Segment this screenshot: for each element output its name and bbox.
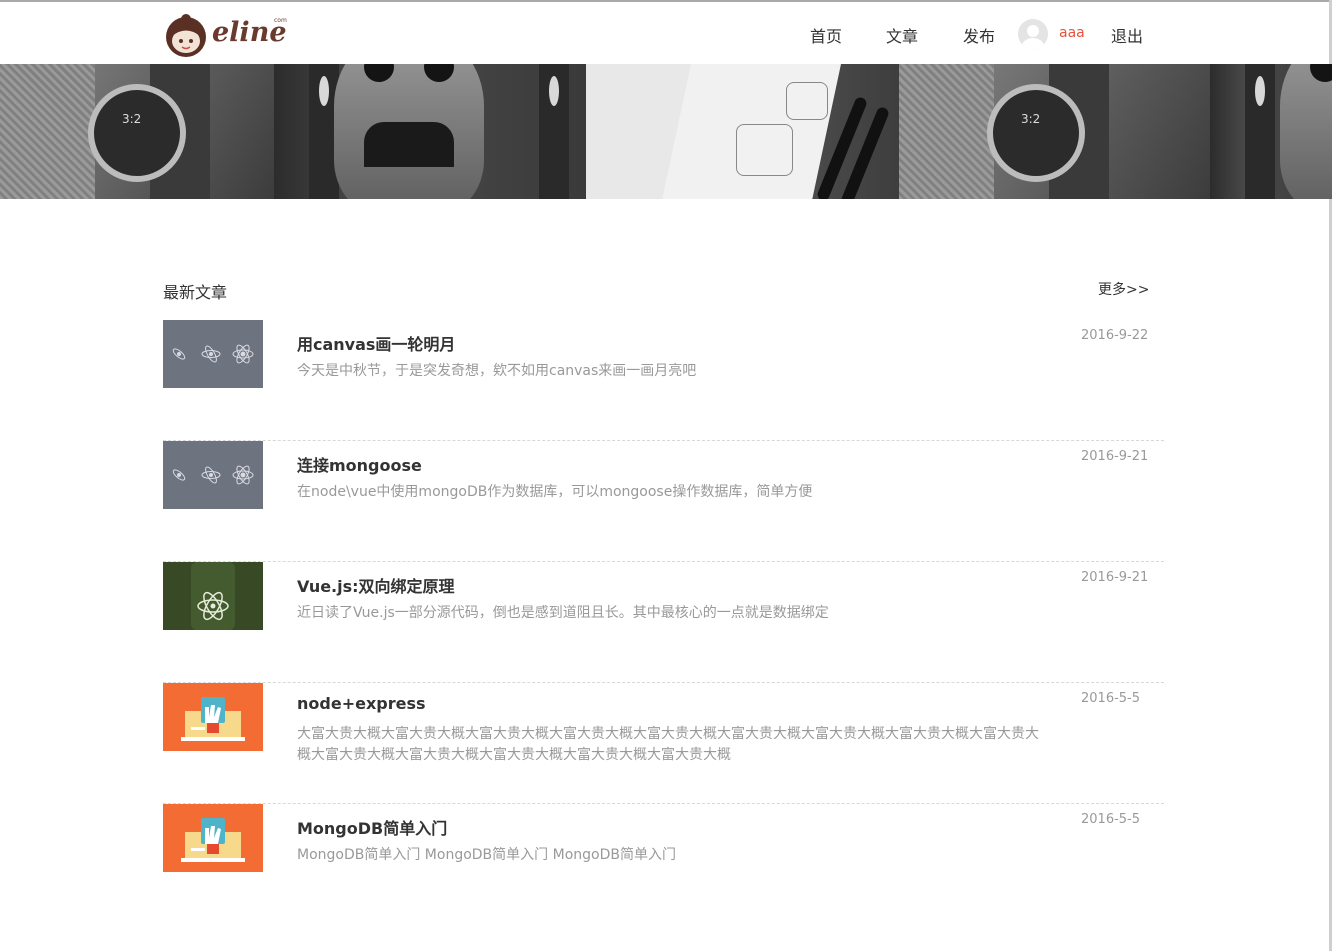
mask-mouth: [364, 122, 454, 167]
torch: [1245, 64, 1275, 199]
article-thumbnail[interactable]: [163, 441, 263, 509]
nav-articles[interactable]: 文章: [886, 23, 918, 47]
more-link[interactable]: 更多>>: [1098, 279, 1149, 299]
article-title[interactable]: 用canvas画一轮明月: [297, 331, 455, 355]
watch-face: 3:2: [987, 84, 1085, 182]
torch-flame: [1255, 76, 1265, 106]
girl-mascot-icon: [166, 14, 206, 57]
article-description: MongoDB简单入门 MongoDB简单入门 MongoDB简单入门: [297, 847, 676, 863]
hand-box-icon: [181, 697, 245, 741]
article-thumbnail[interactable]: [163, 562, 263, 630]
banner-image-sketchbook: [586, 64, 899, 199]
banner-image-watch: 3:2: [899, 64, 1210, 199]
article-item[interactable]: node+express 大富大贵大概大富大贵大概大富大贵大概大富大贵大概大富大…: [163, 683, 1164, 804]
article-date: 2016-9-21: [1081, 449, 1149, 464]
article-item[interactable]: 用canvas画一轮明月 今天是中秋节，于是突发奇想，欸不如用canvas来画一…: [163, 320, 1164, 441]
banner-image-watch: 3:2: [0, 64, 274, 199]
torch-flame: [549, 76, 559, 106]
article-item[interactable]: Vue.js:双向绑定原理 近日读了Vue.js一部分源代码，倒也是感到道阻且长…: [163, 562, 1164, 683]
article-item[interactable]: MongoDB简单入门 MongoDB简单入门 MongoDB简单入门 Mong…: [163, 804, 1164, 925]
username-link[interactable]: aaa: [1059, 25, 1085, 41]
mask-eye: [364, 64, 394, 82]
mask-eye: [1310, 64, 1332, 82]
article-title[interactable]: MongoDB简单入门: [297, 815, 447, 839]
logout-link[interactable]: 退出: [1111, 23, 1143, 47]
nav-home[interactable]: 首页: [810, 23, 842, 47]
react-atoms-icon: [172, 344, 254, 364]
article-date: 2016-9-21: [1081, 570, 1149, 585]
watch-face: 3:2: [88, 84, 186, 182]
avatar-body: [1022, 38, 1044, 49]
sketch-drawing: [786, 82, 828, 120]
react-atoms-icon: [172, 465, 254, 485]
mask-eye: [424, 64, 454, 82]
logo-suffix: com: [274, 17, 287, 24]
torch: [539, 64, 569, 199]
watch-time: 3:2: [122, 112, 142, 126]
sketch-drawing: [736, 124, 793, 176]
article-description: 近日读了Vue.js一部分源代码，倒也是感到道阻且长。其中最核心的一点就是数据绑…: [297, 605, 829, 621]
article-thumbnail[interactable]: [163, 320, 263, 388]
user-avatar[interactable]: [1018, 19, 1048, 49]
site-logo[interactable]: eline com: [163, 11, 288, 57]
article-description: 今天是中秋节，于是突发奇想，欸不如用canvas来画一画月亮吧: [297, 363, 697, 379]
banner-image-tiki: [274, 64, 586, 199]
article-description: 在node\vue中使用mongoDB作为数据库，可以mongoose操作数据库…: [297, 484, 813, 500]
hero-banner: 3:2 3:2: [0, 64, 1332, 199]
react-atom-icon: [191, 562, 235, 630]
article-item[interactable]: 连接mongoose 在node\vue中使用mongoDB作为数据库，可以mo…: [163, 441, 1164, 562]
tiki-mask: [334, 64, 484, 199]
article-description: 大富大贵大概大富大贵大概大富大贵大概大富大贵大概大富大贵大概大富大贵大概大富大贵…: [297, 726, 1039, 763]
section-title: 最新文章: [163, 283, 228, 302]
avatar-head: [1027, 25, 1039, 37]
article-date: 2016-5-5: [1081, 812, 1141, 827]
banner-image-tiki: [1210, 64, 1332, 199]
nav-publish[interactable]: 发布: [963, 23, 995, 47]
sleeve-texture: [899, 64, 994, 199]
article-thumbnail[interactable]: [163, 804, 263, 872]
tiki-mask: [1280, 64, 1332, 199]
article-title[interactable]: node+express: [297, 694, 426, 713]
article-date: 2016-9-22: [1081, 328, 1149, 343]
article-thumbnail[interactable]: [163, 683, 263, 751]
article-date: 2016-5-5: [1081, 691, 1141, 706]
article-title[interactable]: 连接mongoose: [297, 452, 422, 476]
torch-flame: [319, 76, 329, 106]
sleeve-texture: [0, 64, 95, 199]
site-header: eline com 首页 文章 发布 aaa 退出: [0, 2, 1329, 64]
article-title[interactable]: Vue.js:双向绑定原理: [297, 573, 455, 597]
watch-time: 3:2: [1021, 112, 1041, 126]
hand-box-icon: [181, 818, 245, 862]
